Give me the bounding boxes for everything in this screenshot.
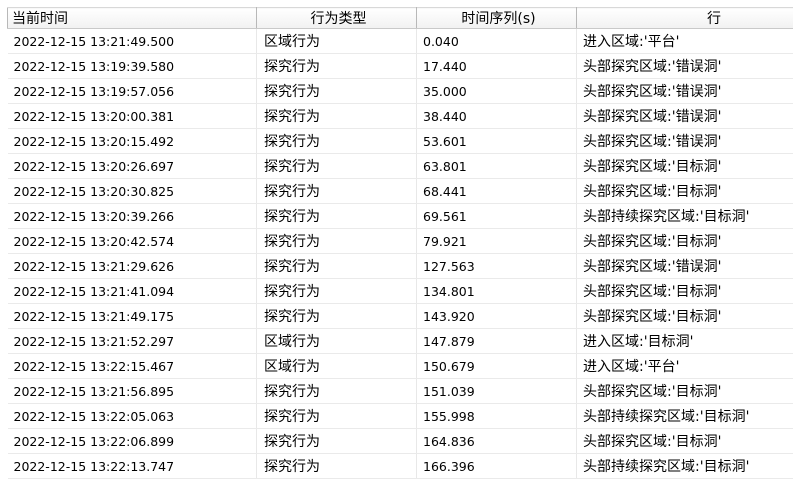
table-row[interactable]: 2022-12-15 13:20:00.381 探究行为 38.440 头部探究… xyxy=(7,103,793,129)
cell-time: 2022-12-15 13:20:15.492 xyxy=(7,128,257,154)
table-row[interactable]: 2022-12-15 13:20:30.825 探究行为 68.441 头部探究… xyxy=(7,178,793,204)
cell-desc: 头部探究区域:'错误洞' xyxy=(576,128,793,154)
cell-seq: 166.396 xyxy=(416,453,577,479)
column-header-current-time[interactable]: 当前时间 xyxy=(7,7,257,29)
table-row[interactable]: 2022-12-15 13:19:57.056 探究行为 35.000 头部探究… xyxy=(7,78,793,104)
cell-desc: 头部探究区域:'目标洞' xyxy=(576,178,793,204)
cell-type: 区域行为 xyxy=(256,28,417,54)
cell-desc: 头部探究区域:'错误洞' xyxy=(576,53,793,79)
cell-time: 2022-12-15 13:20:26.697 xyxy=(7,153,257,179)
cell-seq: 143.920 xyxy=(416,303,577,329)
cell-seq: 151.039 xyxy=(416,378,577,404)
cell-type: 探究行为 xyxy=(256,178,417,204)
cell-seq: 63.801 xyxy=(416,153,577,179)
table-row[interactable]: 2022-12-15 13:21:49.175 探究行为 143.920 头部探… xyxy=(7,303,793,329)
table-row[interactable]: 2022-12-15 13:21:52.297 区域行为 147.879 进入区… xyxy=(7,328,793,354)
cell-time: 2022-12-15 13:21:49.175 xyxy=(7,303,257,329)
cell-time: 2022-12-15 13:21:56.895 xyxy=(7,378,257,404)
cell-type: 探究行为 xyxy=(256,228,417,254)
cell-desc: 头部探究区域:'错误洞' xyxy=(576,78,793,104)
cell-seq: 53.601 xyxy=(416,128,577,154)
cell-desc: 进入区域:'平台' xyxy=(576,28,793,54)
cell-desc: 头部探究区域:'目标洞' xyxy=(576,153,793,179)
cell-time: 2022-12-15 13:19:57.056 xyxy=(7,78,257,104)
behavior-table: 当前时间 行为类型 时间序列(s) 行 2022-12-15 13:21:49.… xyxy=(7,7,793,479)
cell-seq: 17.440 xyxy=(416,53,577,79)
table-row[interactable]: 2022-12-15 13:20:15.492 探究行为 53.601 头部探究… xyxy=(7,128,793,154)
cell-seq: 127.563 xyxy=(416,253,577,279)
column-header-time-series[interactable]: 时间序列(s) xyxy=(416,7,577,29)
cell-time: 2022-12-15 13:20:39.266 xyxy=(7,203,257,229)
cell-seq: 155.998 xyxy=(416,403,577,429)
table-row[interactable]: 2022-12-15 13:19:39.580 探究行为 17.440 头部探究… xyxy=(7,53,793,79)
cell-desc: 头部探究区域:'错误洞' xyxy=(576,103,793,129)
cell-type: 探究行为 xyxy=(256,278,417,304)
cell-time: 2022-12-15 13:20:42.574 xyxy=(7,228,257,254)
column-header-behavior-type[interactable]: 行为类型 xyxy=(256,7,417,29)
cell-seq: 79.921 xyxy=(416,228,577,254)
column-header-behavior-desc[interactable]: 行 xyxy=(576,7,793,29)
table-row[interactable]: 2022-12-15 13:22:13.747 探究行为 166.396 头部持… xyxy=(7,453,793,479)
cell-type: 探究行为 xyxy=(256,403,417,429)
table-row[interactable]: 2022-12-15 13:21:56.895 探究行为 151.039 头部探… xyxy=(7,378,793,404)
cell-seq: 0.040 xyxy=(416,28,577,54)
cell-type: 探究行为 xyxy=(256,128,417,154)
cell-seq: 164.836 xyxy=(416,428,577,454)
cell-desc: 头部探究区域:'目标洞' xyxy=(576,228,793,254)
cell-type: 区域行为 xyxy=(256,353,417,379)
cell-time: 2022-12-15 13:22:13.747 xyxy=(7,453,257,479)
cell-time: 2022-12-15 13:22:15.467 xyxy=(7,353,257,379)
cell-seq: 38.440 xyxy=(416,103,577,129)
cell-type: 探究行为 xyxy=(256,378,417,404)
cell-desc: 进入区域:'平台' xyxy=(576,353,793,379)
cell-type: 探究行为 xyxy=(256,78,417,104)
table-row[interactable]: 2022-12-15 13:22:15.467 区域行为 150.679 进入区… xyxy=(7,353,793,379)
table-row[interactable]: 2022-12-15 13:21:49.500 区域行为 0.040 进入区域:… xyxy=(7,28,793,54)
cell-type: 区域行为 xyxy=(256,328,417,354)
cell-desc: 头部探究区域:'错误洞' xyxy=(576,253,793,279)
cell-time: 2022-12-15 13:19:39.580 xyxy=(7,53,257,79)
cell-type: 探究行为 xyxy=(256,153,417,179)
table-body: 2022-12-15 13:21:49.500 区域行为 0.040 进入区域:… xyxy=(7,28,793,479)
cell-desc: 头部持续探究区域:'目标洞' xyxy=(576,203,793,229)
cell-desc: 头部探究区域:'目标洞' xyxy=(576,378,793,404)
cell-type: 探究行为 xyxy=(256,203,417,229)
cell-time: 2022-12-15 13:21:49.500 xyxy=(7,28,257,54)
table-row[interactable]: 2022-12-15 13:20:39.266 探究行为 69.561 头部持续… xyxy=(7,203,793,229)
cell-desc: 进入区域:'目标洞' xyxy=(576,328,793,354)
cell-seq: 35.000 xyxy=(416,78,577,104)
cell-type: 探究行为 xyxy=(256,428,417,454)
cell-time: 2022-12-15 13:22:06.899 xyxy=(7,428,257,454)
cell-time: 2022-12-15 13:21:52.297 xyxy=(7,328,257,354)
cell-time: 2022-12-15 13:21:29.626 xyxy=(7,253,257,279)
cell-seq: 68.441 xyxy=(416,178,577,204)
cell-type: 探究行为 xyxy=(256,253,417,279)
table-row[interactable]: 2022-12-15 13:20:26.697 探究行为 63.801 头部探究… xyxy=(7,153,793,179)
table-header: 当前时间 行为类型 时间序列(s) 行 xyxy=(7,7,793,29)
cell-time: 2022-12-15 13:21:41.094 xyxy=(7,278,257,304)
cell-seq: 150.679 xyxy=(416,353,577,379)
cell-desc: 头部持续探究区域:'目标洞' xyxy=(576,403,793,429)
cell-type: 探究行为 xyxy=(256,453,417,479)
table-row[interactable]: 2022-12-15 13:20:42.574 探究行为 79.921 头部探究… xyxy=(7,228,793,254)
cell-type: 探究行为 xyxy=(256,303,417,329)
table-row[interactable]: 2022-12-15 13:22:05.063 探究行为 155.998 头部持… xyxy=(7,403,793,429)
behavior-log-grid: 当前时间 行为类型 时间序列(s) 行 2022-12-15 13:21:49.… xyxy=(0,0,793,482)
cell-time: 2022-12-15 13:20:00.381 xyxy=(7,103,257,129)
cell-time: 2022-12-15 13:22:05.063 xyxy=(7,403,257,429)
cell-type: 探究行为 xyxy=(256,103,417,129)
cell-desc: 头部持续探究区域:'目标洞' xyxy=(576,453,793,479)
table-row[interactable]: 2022-12-15 13:21:41.094 探究行为 134.801 头部探… xyxy=(7,278,793,304)
cell-seq: 69.561 xyxy=(416,203,577,229)
cell-time: 2022-12-15 13:20:30.825 xyxy=(7,178,257,204)
cell-desc: 头部探究区域:'目标洞' xyxy=(576,428,793,454)
table-row[interactable]: 2022-12-15 13:21:29.626 探究行为 127.563 头部探… xyxy=(7,253,793,279)
cell-seq: 147.879 xyxy=(416,328,577,354)
cell-seq: 134.801 xyxy=(416,278,577,304)
cell-desc: 头部探究区域:'目标洞' xyxy=(576,278,793,304)
table-row[interactable]: 2022-12-15 13:22:06.899 探究行为 164.836 头部探… xyxy=(7,428,793,454)
cell-type: 探究行为 xyxy=(256,53,417,79)
cell-desc: 头部探究区域:'目标洞' xyxy=(576,303,793,329)
